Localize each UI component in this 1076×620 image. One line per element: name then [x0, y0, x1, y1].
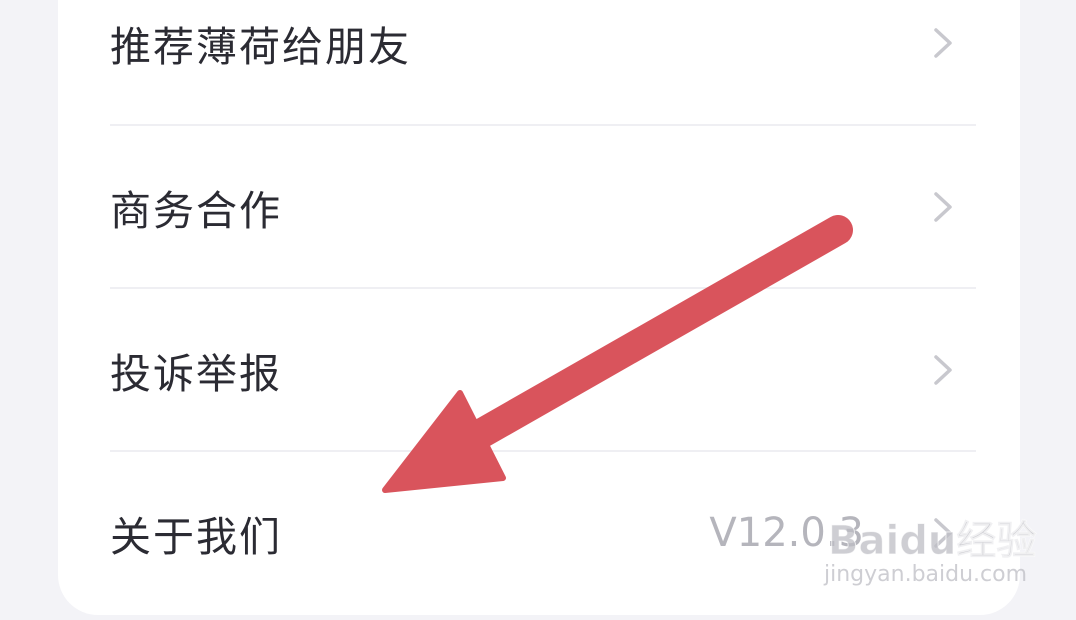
chevron-right-icon	[934, 192, 952, 222]
watermark-logo: Baidu经验	[827, 518, 1037, 565]
menu-item-label: 关于我们	[110, 513, 282, 561]
baidu-jingyan-watermark: Baidu经验 jingyan.baidu.com	[822, 500, 1037, 600]
menu-item-label: 投诉举报	[110, 350, 282, 398]
chevron-right-icon	[934, 355, 952, 385]
menu-item-label: 商务合作	[110, 187, 282, 235]
menu-item-label: 推荐薄荷给朋友	[110, 23, 411, 71]
chevron-right-icon	[934, 28, 952, 58]
menu-item-business[interactable]: 商务合作	[110, 126, 976, 288]
menu-item-report[interactable]: 投诉举报	[110, 289, 976, 451]
watermark-url: jingyan.baidu.com	[824, 562, 1028, 587]
menu-item-recommend[interactable]: 推荐薄荷给朋友	[110, 0, 976, 124]
